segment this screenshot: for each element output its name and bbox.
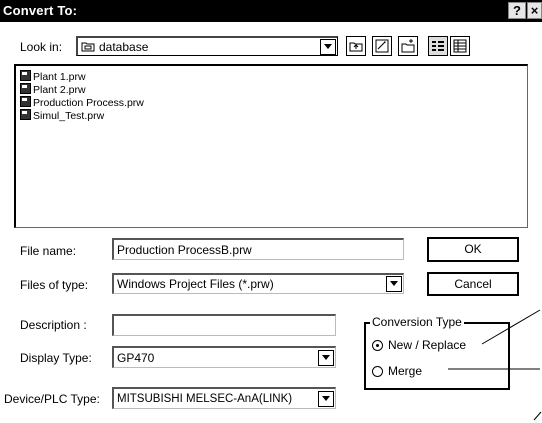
callout-lines	[448, 309, 542, 421]
